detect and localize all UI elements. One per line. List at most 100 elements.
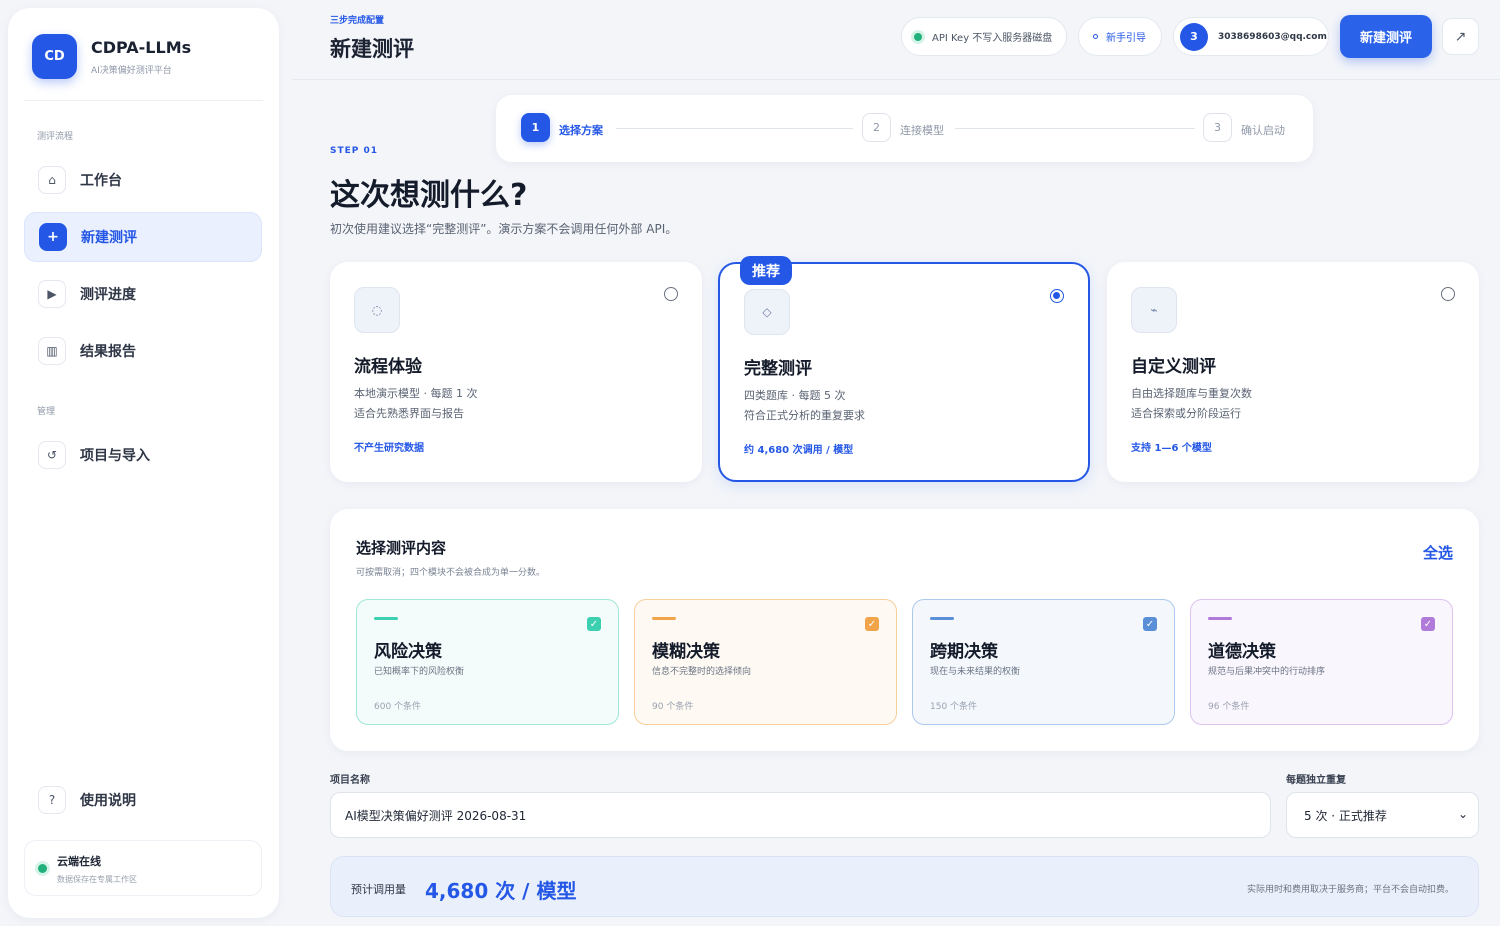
guide-label: 新手引导	[1106, 33, 1146, 44]
module-name: 跨期决策	[930, 642, 998, 662]
section-label-manage: 管理	[37, 407, 56, 417]
step-1-label[interactable]: 选择方案	[559, 122, 603, 138]
plan-radio[interactable]	[1441, 287, 1455, 301]
wave-icon: ⌁	[1131, 287, 1177, 333]
plan-detail: 自由选择题库与重复次数	[1131, 387, 1252, 400]
sidebar-item-label: 项目与导入	[80, 448, 150, 464]
checkbox[interactable]: ✓	[865, 617, 879, 631]
api-key-status[interactable]: API Key 不写入服务器磁盘	[901, 17, 1067, 56]
repeat-select[interactable]: 5 次 · 正式推荐 ⌄	[1286, 792, 1479, 838]
section-title: 这次想测什么?	[330, 178, 528, 213]
sidebar-item-new-evaluation[interactable]: + 新建测评	[24, 212, 262, 262]
home-icon: ⌂	[38, 166, 66, 194]
sidebar-item-label: 工作台	[80, 173, 122, 189]
cloud-subtitle: 数据保存在专属工作区	[57, 875, 137, 884]
module-description: 现在与未来结果的权衡	[930, 667, 1021, 677]
report-icon: ▥	[38, 337, 66, 365]
brand-logo: CD	[32, 34, 77, 79]
checkbox[interactable]: ✓	[587, 617, 601, 631]
header-subtitle: 三步完成配置	[330, 16, 385, 26]
repeat-select-value: 5 次 · 正式推荐	[1304, 808, 1387, 823]
sidebar-item-help[interactable]: ? 使用说明	[24, 775, 262, 825]
step-3-badge[interactable]: 3	[1203, 113, 1232, 142]
plan-card-demo[interactable]: ◌ 流程体验 本地演示模型 · 每题 1 次 适合先熟悉界面与报告 不产生研究数…	[330, 262, 702, 482]
plan-name: 流程体验	[354, 357, 422, 377]
plus-icon: +	[39, 223, 67, 251]
module-card-risk[interactable]: ✓ 风险决策 已知概率下的风险权衡 600 个条件	[356, 599, 619, 725]
plan-note: 不产生研究数据	[354, 443, 424, 454]
step-connector	[955, 128, 1195, 129]
select-all-button[interactable]: 全选	[1423, 542, 1453, 563]
module-count: 96 个条件	[1208, 702, 1250, 712]
guide-icon	[1093, 34, 1098, 39]
sidebar-item-workbench[interactable]: ⌂ 工作台	[24, 155, 262, 205]
sidebar: CD CDPA-LLMs AI决策偏好测评平台 测评流程 ⌂ 工作台 + 新建测…	[8, 8, 279, 918]
plan-name: 完整测评	[744, 359, 812, 379]
plan-detail: 符合正式分析的重复要求	[744, 409, 865, 422]
plan-detail: 四类题库 · 每题 5 次	[744, 389, 846, 402]
status-dot-icon	[38, 864, 47, 873]
step-connector	[616, 128, 853, 129]
avatar: 3	[1180, 22, 1208, 51]
external-link-icon[interactable]: ↗	[1442, 18, 1479, 55]
plan-card-full[interactable]: 推荐 ◇ 完整测评 四类题库 · 每题 5 次 符合正式分析的重复要求 约 4,…	[718, 256, 1090, 482]
page-title: 新建测评	[330, 37, 414, 61]
sidebar-item-label: 结果报告	[80, 344, 136, 360]
step-2-label[interactable]: 连接模型	[900, 122, 944, 138]
module-card-moral[interactable]: ✓ 道德决策 规范与后果冲突中的行动排序 96 个条件	[1190, 599, 1453, 725]
accent-bar	[374, 617, 398, 620]
module-count: 600 个条件	[374, 702, 422, 712]
estimate-bar: 预计调用量 4,680 次 / 模型 实际用时和费用取决于服务商；平台不会自动扣…	[330, 856, 1479, 917]
plan-note: 约 4,680 次调用 / 模型	[744, 445, 854, 456]
modules-panel: 选择测评内容 可按需取消；四个模块不会被合成为单一分数。 全选 ✓ 风险决策 已…	[330, 509, 1479, 751]
module-count: 150 个条件	[930, 702, 978, 712]
import-icon: ↺	[38, 441, 66, 469]
divider	[24, 100, 263, 101]
module-count: 90 个条件	[652, 702, 694, 712]
checkbox[interactable]: ✓	[1421, 617, 1435, 631]
recommended-badge: 推荐	[740, 256, 792, 285]
guide-button[interactable]: 新手引导	[1078, 17, 1162, 56]
sidebar-item-progress[interactable]: ▶ 测评进度	[24, 269, 262, 319]
repeat-label: 每题独立重复	[1286, 775, 1346, 786]
plan-radio[interactable]	[1050, 289, 1064, 303]
sidebar-item-label: 使用说明	[80, 793, 136, 809]
status-dot-icon	[914, 32, 922, 41]
divider	[292, 79, 1500, 80]
section-label-flow: 测评流程	[37, 132, 74, 142]
modules-description: 可按需取消；四个模块不会被合成为单一分数。	[356, 568, 546, 578]
plan-card-custom[interactable]: ⌁ 自定义测评 自由选择题库与重复次数 适合探索或分阶段运行 支持 1—6 个模…	[1107, 262, 1479, 482]
cloud-title: 云端在线	[57, 855, 101, 868]
plan-detail: 适合探索或分阶段运行	[1131, 407, 1241, 420]
estimate-label: 预计调用量	[351, 883, 406, 896]
plan-radio[interactable]	[664, 287, 678, 301]
sidebar-item-reports[interactable]: ▥ 结果报告	[24, 326, 262, 376]
section-description: 初次使用建议选择“完整测评”。演示方案不会调用任何外部 API。	[330, 222, 678, 236]
module-card-intertemporal[interactable]: ✓ 跨期决策 现在与未来结果的权衡 150 个条件	[912, 599, 1175, 725]
estimate-value: 4,680 次 / 模型	[425, 879, 577, 903]
step-3-label[interactable]: 确认启动	[1241, 122, 1285, 138]
accent-bar	[930, 617, 954, 620]
brand-title: CDPA-LLMs	[91, 37, 192, 57]
diamond-icon: ◇	[744, 289, 790, 335]
step-2-badge[interactable]: 2	[862, 113, 891, 142]
plan-detail: 适合先熟悉界面与报告	[354, 407, 464, 420]
chevron-down-icon: ⌄	[1457, 807, 1468, 821]
api-status-text: API Key 不写入服务器磁盘	[932, 33, 1053, 44]
user-menu[interactable]: 3 3038698603@qq.com	[1173, 17, 1329, 56]
module-card-ambiguity[interactable]: ✓ 模糊决策 信息不完整时的选择倾向 90 个条件	[634, 599, 897, 725]
checkbox[interactable]: ✓	[1143, 617, 1157, 631]
plan-name: 自定义测评	[1131, 357, 1216, 377]
module-name: 风险决策	[374, 642, 442, 662]
step-1-badge[interactable]: 1	[521, 113, 550, 142]
brand[interactable]: CD CDPA-LLMs AI决策偏好测评平台	[32, 34, 191, 79]
help-icon: ?	[38, 786, 66, 814]
stepper: 1 选择方案 2 连接模型 3 确认启动	[496, 95, 1313, 162]
cloud-status: 云端在线 数据保存在专属工作区	[24, 840, 262, 896]
project-name-input[interactable]	[330, 792, 1271, 838]
new-evaluation-button[interactable]: 新建测评	[1340, 15, 1432, 58]
module-description: 已知概率下的风险权衡	[374, 667, 465, 677]
plan-detail: 本地演示模型 · 每题 1 次	[354, 387, 478, 400]
module-description: 信息不完整时的选择倾向	[652, 667, 752, 677]
sidebar-item-projects[interactable]: ↺ 项目与导入	[24, 430, 262, 480]
